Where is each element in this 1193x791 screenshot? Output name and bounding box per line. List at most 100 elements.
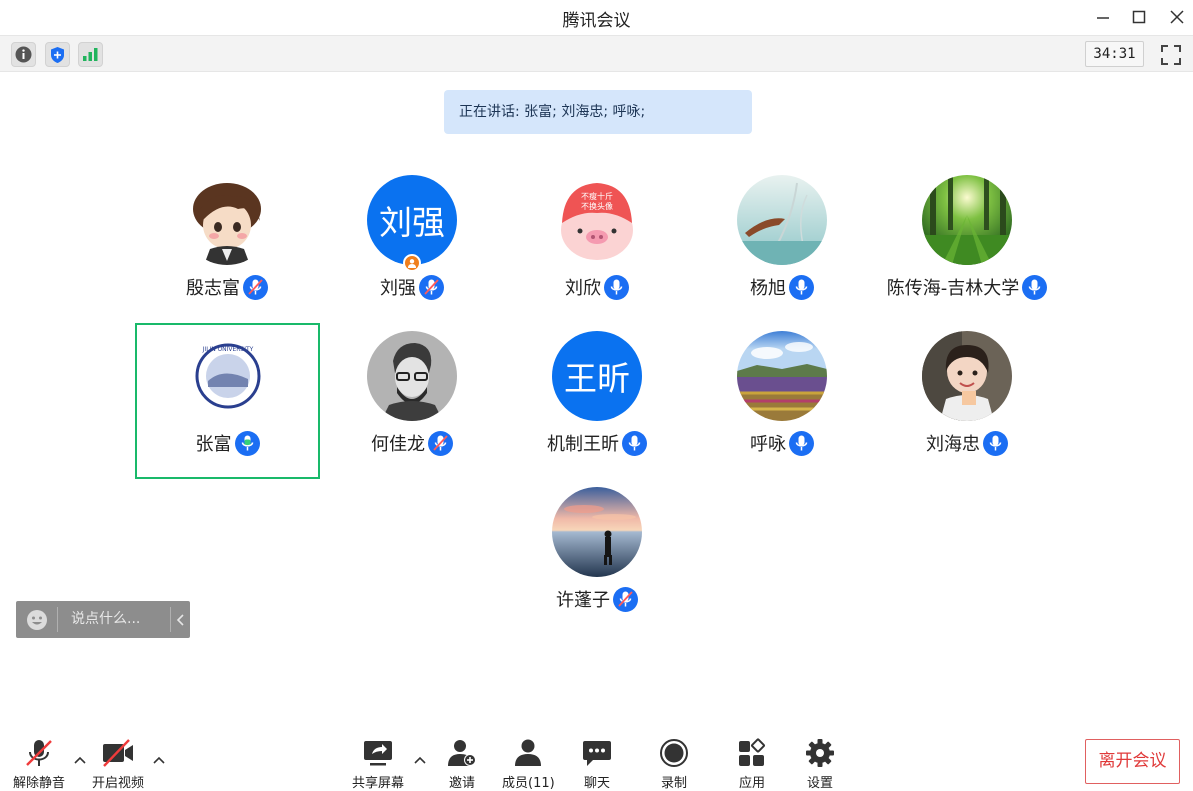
avatar: 刘强 — [367, 175, 457, 265]
share-options-chevron-icon[interactable] — [413, 755, 427, 765]
security-button[interactable] — [45, 42, 70, 67]
participant-tile[interactable]: 杨旭 — [689, 157, 875, 313]
unmute-button[interactable]: 解除静音 — [13, 738, 65, 791]
avatar — [737, 175, 827, 265]
share-screen-button[interactable]: 共享屏幕 — [352, 738, 404, 791]
fullscreen-button[interactable] — [1158, 42, 1184, 68]
avatar — [922, 331, 1012, 421]
gear-icon — [803, 738, 837, 768]
mic-muted-icon — [419, 274, 444, 300]
participant-name: 张富 — [195, 434, 232, 455]
close-icon — [1170, 10, 1184, 24]
avatar: 王昕 — [552, 331, 642, 421]
participant-tile[interactable]: 不瘦十斤 不换头像 刘欣 — [504, 157, 690, 313]
avatar — [182, 175, 272, 265]
active-speakers-banner: 正在讲话: 张富; 刘海忠; 呼咏; — [444, 90, 752, 134]
divider — [57, 607, 58, 632]
meeting-info-bar: 34:31 — [0, 35, 1193, 72]
info-icon — [15, 46, 32, 63]
video-off-icon — [101, 738, 135, 768]
avatar — [367, 331, 457, 421]
participant-name: 杨旭 — [750, 278, 786, 299]
participant-name: 刘海忠 — [926, 434, 980, 455]
host-badge-icon — [403, 254, 421, 272]
apps-grid-icon — [735, 738, 769, 768]
invite-button[interactable]: 邀请 — [445, 738, 479, 791]
video-options-chevron-icon[interactable] — [152, 755, 166, 765]
participant-name-row: 许蓬子 — [484, 586, 710, 612]
participant-name: 刘强 — [380, 278, 416, 299]
members-button[interactable]: 成员(11) — [502, 738, 555, 791]
chevron-left-icon[interactable] — [176, 613, 186, 627]
svg-text:JILIN UNIVERSITY: JILIN UNIVERSITY — [201, 346, 253, 353]
start-video-button[interactable]: 开启视频 — [92, 738, 144, 791]
avatar — [552, 487, 642, 577]
leave-meeting-button[interactable]: 离开会议 — [1085, 739, 1180, 784]
participant-tile-active[interactable]: JILIN UNIVERSITY 张富 — [135, 323, 320, 479]
mic-speaking-icon — [234, 430, 260, 456]
chat-input-box[interactable]: 说点什么... — [16, 601, 190, 638]
apps-label: 应用 — [738, 776, 765, 791]
mic-icon — [789, 430, 814, 456]
participant-tile[interactable]: 陈传海-吉林大学 — [874, 157, 1060, 313]
participant-name-row: 刘海忠 — [854, 430, 1080, 456]
mic-icon — [983, 430, 1008, 456]
emoji-icon[interactable] — [26, 609, 48, 631]
settings-button[interactable]: 设置 — [803, 738, 837, 791]
chat-placeholder[interactable]: 说点什么... — [71, 601, 140, 638]
window-title: 腾讯会议 — [562, 11, 631, 31]
participant-tile[interactable]: 刘强 刘强 — [319, 157, 505, 313]
close-button[interactable] — [1165, 6, 1189, 28]
participant-name: 机制王昕 — [547, 434, 619, 455]
record-icon — [657, 738, 691, 768]
participant-tile[interactable]: 王昕 机制王昕 — [504, 313, 690, 469]
members-label: 成员(11) — [502, 776, 555, 791]
minimize-button[interactable] — [1091, 6, 1115, 28]
fullscreen-icon — [1161, 45, 1181, 65]
members-icon — [511, 738, 545, 768]
chat-bubble-icon — [580, 738, 614, 768]
participant-tile[interactable]: 呼咏 — [689, 313, 875, 469]
unmute-label: 解除静音 — [13, 776, 66, 791]
shield-icon — [51, 46, 64, 63]
meeting-info-button[interactable] — [11, 42, 36, 67]
svg-text:不换头像: 不换头像 — [581, 201, 613, 211]
mic-muted-icon — [613, 586, 638, 612]
apps-button[interactable]: 应用 — [735, 738, 769, 791]
avatar: JILIN UNIVERSITY — [182, 331, 273, 421]
divider — [170, 607, 171, 632]
avatar — [737, 331, 827, 421]
chat-button[interactable]: 聊天 — [580, 738, 614, 791]
settings-label: 设置 — [806, 776, 833, 791]
maximize-icon — [1132, 10, 1146, 24]
meeting-timer: 34:31 — [1085, 41, 1144, 67]
record-label: 录制 — [660, 776, 687, 791]
participant-name: 呼咏 — [750, 434, 786, 455]
participant-name-row: 陈传海-吉林大学 — [854, 274, 1080, 300]
participant-name: 殷志富 — [186, 278, 240, 299]
mic-icon — [622, 430, 647, 456]
mic-icon — [789, 274, 814, 300]
maximize-button[interactable] — [1127, 6, 1151, 28]
mic-off-icon — [22, 738, 56, 768]
minimize-icon — [1097, 17, 1109, 19]
participant-tile[interactable]: 何佳龙 — [319, 313, 505, 469]
invite-label: 邀请 — [448, 776, 475, 791]
participant-name: 陈传海-吉林大学 — [886, 278, 1020, 299]
add-user-icon — [445, 738, 479, 768]
mic-muted-icon — [243, 274, 268, 300]
participant-tile[interactable]: 许蓬子 — [504, 469, 690, 625]
share-screen-label: 共享屏幕 — [352, 776, 405, 791]
share-screen-icon — [361, 738, 395, 768]
participant-tile[interactable]: 殷志富 — [134, 157, 320, 313]
title-bar: 腾讯会议 — [0, 0, 1193, 34]
participant-name: 刘欣 — [565, 278, 601, 299]
svg-text:不瘦十斤: 不瘦十斤 — [581, 191, 613, 201]
participant-name: 许蓬子 — [556, 590, 610, 611]
mic-icon — [604, 274, 629, 300]
chat-label: 聊天 — [583, 776, 610, 791]
audio-options-chevron-icon[interactable] — [73, 755, 87, 765]
network-status-button[interactable] — [78, 42, 103, 67]
record-button[interactable]: 录制 — [657, 738, 691, 791]
participant-tile[interactable]: 刘海忠 — [874, 313, 1060, 469]
